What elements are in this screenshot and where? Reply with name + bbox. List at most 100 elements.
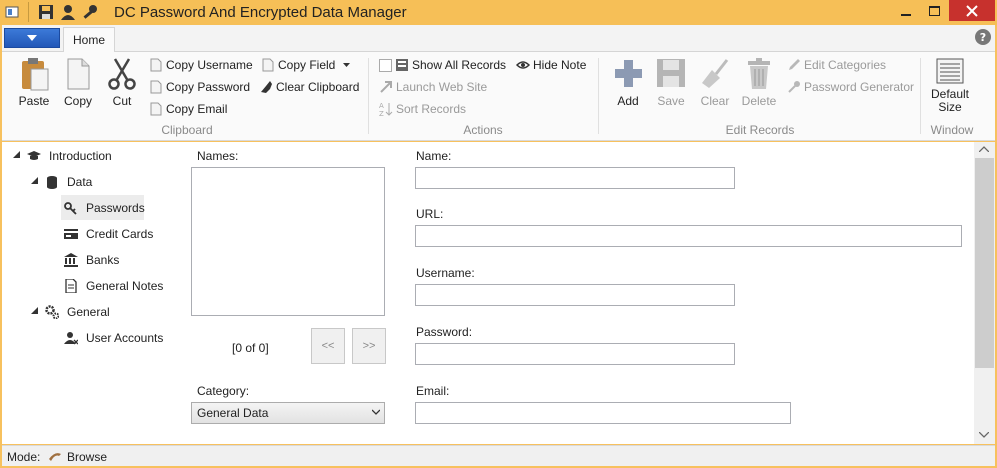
tree-item-general-notes-label: General Notes (86, 279, 164, 293)
tree-item-credit-cards[interactable]: Credit Cards (64, 223, 153, 245)
tree-expand-data[interactable] (31, 177, 38, 184)
tree-item-banks-label: Banks (86, 253, 120, 267)
application-menu-button[interactable] (4, 28, 60, 48)
email-field[interactable] (415, 402, 791, 424)
tree-expand-general[interactable] (31, 307, 38, 314)
minimize-button[interactable] (893, 0, 919, 22)
sort-records-label: Sort Records (396, 102, 467, 116)
edit-records-group-label: Edit Records (725, 123, 795, 137)
clear-clipboard-label: Clear Clipboard (276, 80, 360, 94)
note-icon (64, 279, 78, 293)
tree-item-credit-cards-label: Credit Cards (86, 227, 154, 241)
credit-card-icon (64, 227, 78, 241)
copy-label: Copy (63, 94, 92, 108)
user-quick-icon[interactable] (60, 4, 76, 20)
svg-text:?: ? (980, 31, 986, 44)
url-field[interactable] (415, 225, 962, 247)
previous-record-button[interactable]: << (311, 328, 345, 364)
edit-categories-label: Edit Categories (804, 58, 887, 72)
default-size-button[interactable]: Default Size (929, 57, 971, 114)
paste-label: Paste (18, 94, 50, 108)
title-separator (28, 2, 29, 22)
password-field[interactable] (415, 343, 735, 365)
copy-email-button[interactable]: Copy Email (149, 99, 227, 119)
key-quick-icon[interactable] (82, 4, 98, 20)
database-icon (45, 175, 59, 189)
tree-item-introduction-label: Introduction (49, 149, 112, 163)
tab-home[interactable]: Home (63, 27, 115, 53)
show-all-records-label: Show All Records (412, 58, 507, 72)
copy-password-button[interactable]: Copy Password (149, 77, 250, 97)
key-icon (64, 201, 78, 215)
delete-button[interactable]: Delete (738, 57, 780, 108)
document-icon (149, 80, 163, 94)
mode-label: Mode: (7, 450, 41, 464)
clipboard-group-label: Clipboard (161, 123, 213, 137)
default-size-label: Default Size (929, 88, 971, 114)
cut-label: Cut (112, 94, 132, 108)
app-icon[interactable] (5, 5, 19, 19)
add-button[interactable]: Add (607, 57, 649, 108)
sort-icon: AZ (379, 102, 393, 116)
sort-records-button[interactable]: AZ Sort Records (379, 99, 466, 119)
category-select-value: General Data (197, 406, 269, 420)
tree-item-user-accounts[interactable]: User Accounts (64, 327, 163, 349)
tree-item-general[interactable]: General (45, 301, 110, 323)
gears-icon (45, 305, 59, 319)
edit-categories-button[interactable]: Edit Categories (787, 55, 886, 75)
tree-expand-introduction[interactable] (13, 151, 20, 158)
help-icon[interactable]: ? (975, 29, 991, 45)
names-list[interactable] (191, 167, 385, 316)
scroll-down-icon[interactable] (979, 432, 989, 438)
save-button[interactable]: Save (650, 57, 692, 108)
broom-icon (699, 57, 731, 91)
username-label: Username: (416, 266, 475, 280)
title-bar: DC Password And Encrypted Data Manager (0, 0, 997, 25)
hide-note-label: Hide Note (533, 58, 587, 72)
window-title: DC Password And Encrypted Data Manager (114, 4, 407, 21)
maximize-button[interactable] (921, 0, 947, 22)
tree-item-data[interactable]: Data (45, 171, 92, 193)
mode-value: Browse (67, 450, 108, 464)
tree-item-banks[interactable]: Banks (64, 249, 119, 271)
tree-item-passwords[interactable]: Passwords (64, 197, 145, 219)
copy-username-label: Copy Username (166, 58, 253, 72)
names-label: Names: (197, 149, 239, 163)
tree-item-introduction[interactable]: Introduction (27, 145, 112, 167)
default-size-label-line2: Size (938, 100, 962, 114)
username-field[interactable] (415, 284, 735, 306)
copy-username-button[interactable]: Copy Username (149, 55, 253, 75)
launch-icon (379, 80, 393, 94)
close-button[interactable] (949, 0, 995, 21)
launch-web-site-button[interactable]: Launch Web Site (379, 77, 487, 97)
hide-note-button[interactable]: Hide Note (516, 55, 586, 75)
show-all-records-toggle[interactable]: Show All Records (379, 55, 506, 75)
dropdown-arrow-icon (343, 63, 351, 67)
eye-icon (516, 58, 530, 72)
paste-button[interactable]: Paste (13, 57, 55, 108)
eraser-icon (259, 80, 273, 94)
ribbon-tab-strip (2, 25, 995, 52)
cut-button[interactable]: Cut (101, 57, 143, 108)
tree-item-general-notes[interactable]: General Notes (64, 275, 163, 297)
tree-item-user-accounts-label: User Accounts (86, 331, 164, 345)
scrollbar-thumb[interactable] (975, 158, 994, 368)
next-record-button[interactable]: >> (352, 328, 386, 364)
chevron-down-icon (27, 35, 37, 41)
document-icon (149, 58, 163, 72)
pencil-icon (787, 58, 801, 72)
document-icon (149, 102, 163, 116)
copy-button[interactable]: Copy (57, 57, 99, 108)
name-field[interactable] (415, 167, 735, 189)
clear-clipboard-button[interactable]: Clear Clipboard (259, 77, 359, 97)
copy-field-button[interactable]: Copy Field (261, 55, 351, 75)
status-bar (2, 445, 995, 466)
category-select[interactable]: General Data (191, 402, 385, 424)
password-generator-button[interactable]: Password Generator (787, 77, 914, 97)
launch-web-site-label: Launch Web Site (396, 80, 488, 94)
checkbox[interactable] (379, 58, 392, 72)
password-generator-label: Password Generator (804, 80, 915, 94)
save-quick-icon[interactable] (38, 4, 54, 20)
scroll-up-icon[interactable] (979, 146, 989, 152)
clear-button[interactable]: Clear (694, 57, 736, 108)
